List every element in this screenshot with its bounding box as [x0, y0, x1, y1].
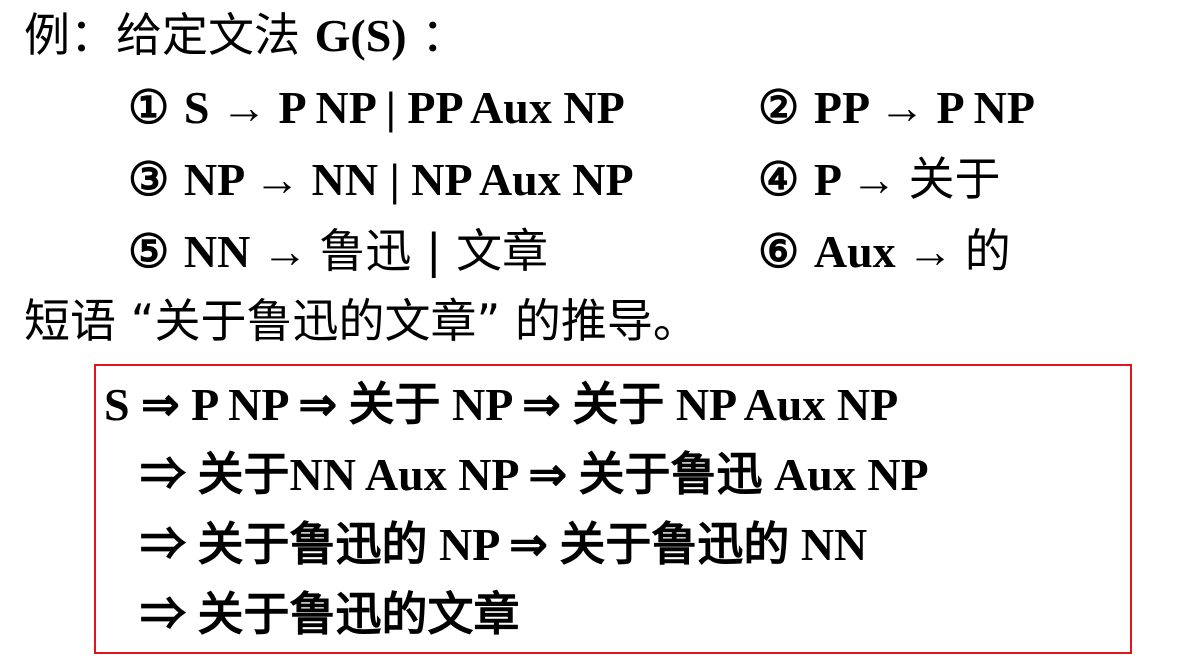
- title-lead: 例：给定文法: [24, 8, 300, 62]
- rule-2: ② PP → P NP: [758, 84, 1035, 131]
- rule-number: ③: [128, 154, 170, 205]
- derivation-step-4: ⇒ 关于鲁迅的文章: [140, 589, 520, 640]
- rule-5: ⑤ NN → 鲁迅 | 文章: [128, 228, 548, 275]
- rule-production: NN →: [183, 226, 320, 277]
- rule-4: ④ P → 关于: [758, 156, 1000, 203]
- rule-terminal: 的: [964, 224, 1011, 278]
- title-line: 例：给定文法 G(S) ：: [24, 12, 467, 59]
- rule-1: ① S → P NP | PP Aux NP: [128, 84, 625, 131]
- rule-number: ⑤: [128, 226, 170, 277]
- question-line: 短语 “关于鲁迅的文章” 的推导。: [24, 294, 699, 348]
- derivation-step-3: ⇒ 关于鲁迅的 NP ⇒ 关于鲁迅的 NN: [140, 519, 868, 570]
- rule-production: PP → P NP: [813, 82, 1035, 133]
- rule-number: ④: [758, 154, 800, 205]
- rule-terminal: 关于: [908, 152, 1001, 206]
- title-colon: ：: [421, 8, 468, 62]
- rule-production: S → P NP | PP Aux NP: [183, 82, 625, 133]
- derivation-step-2: ⇒ 关于NN Aux NP ⇒ 关于鲁迅 Aux NP: [140, 449, 929, 500]
- rule-6: ⑥ Aux → 的: [758, 228, 1011, 275]
- rule-number: ①: [128, 82, 170, 133]
- rule-production: Aux →: [813, 226, 965, 277]
- rule-terminal: 鲁迅 | 文章: [319, 224, 549, 278]
- rule-production: P →: [813, 154, 909, 205]
- grammar-name: G(S): [314, 10, 407, 61]
- rule-number: ⑥: [758, 226, 800, 277]
- rule-production: NP → NN | NP Aux NP: [183, 154, 634, 205]
- rule-number: ②: [758, 82, 800, 133]
- derivation-step-1: S ⇒ P NP ⇒ 关于 NP ⇒ 关于 NP Aux NP: [104, 379, 899, 430]
- rule-3: ③ NP → NN | NP Aux NP: [128, 156, 634, 203]
